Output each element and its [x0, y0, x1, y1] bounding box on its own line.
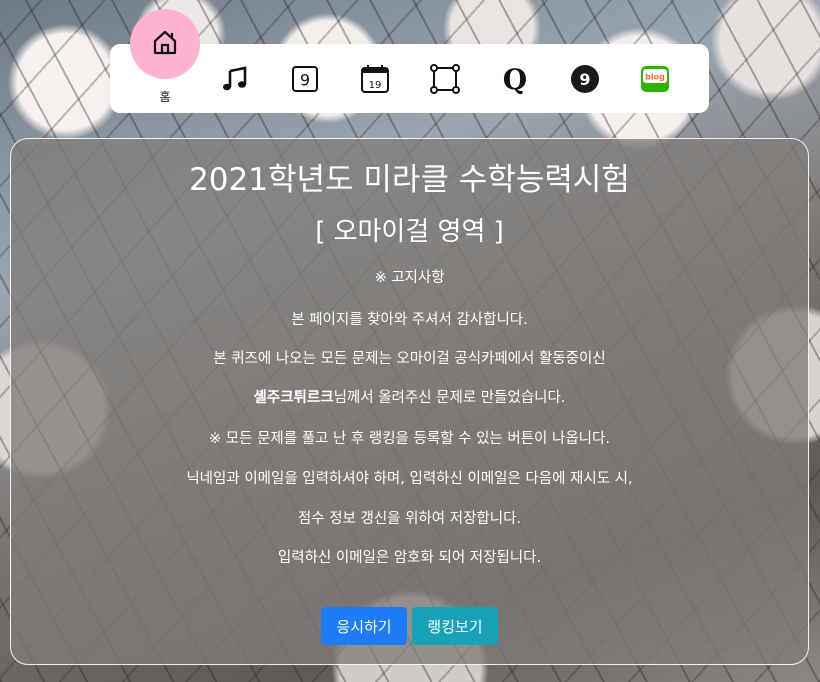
q-letter-icon: Q — [500, 64, 530, 94]
notice-line-3: 셸주크튀르크님께서 올려주신 문제로 만들었습니다. — [11, 386, 808, 410]
nav-calendar[interactable]: 19 — [344, 44, 406, 113]
svg-text:blog: blog — [645, 72, 665, 81]
notice-line-5: 닉네임과 이메일을 입력하셔야 하며, 입력하신 이메일은 다음에 재시도 시, — [186, 471, 633, 487]
nine-square-icon: 9 — [291, 65, 319, 93]
home-label: 홈 — [159, 90, 171, 104]
nav-q[interactable]: Q — [484, 44, 546, 113]
nav-frame[interactable] — [414, 44, 476, 113]
home-icon — [151, 28, 179, 60]
main-panel: 2021학년도 미라클 수학능력시험 [ 오마이걸 영역 ] ※ 고지사항 본 … — [10, 138, 809, 665]
svg-text:Q: Q — [503, 64, 527, 94]
nav-blog[interactable]: blog — [624, 44, 686, 113]
notice-line-7: 입력하신 이메일은 암호화 되어 저장됩니다. — [277, 550, 542, 566]
notice-line-4: ※ 모든 문제를 풀고 난 후 랭킹을 등록할 수 있는 버튼이 나옵니다. — [209, 431, 610, 447]
action-buttons: 응시하기 랭킹보기 — [11, 607, 808, 645]
notice-line-6: 점수 정보 갱신을 위하여 저장합니다. — [297, 511, 522, 527]
svg-text:9: 9 — [300, 70, 310, 89]
page-title: 2021학년도 미라클 수학능력시험 — [189, 162, 630, 198]
home-circle — [130, 9, 200, 79]
nav-home[interactable]: 홈 — [130, 9, 200, 105]
nine-circle-icon: 9 — [570, 64, 600, 94]
notice-line-1: 본 페이지를 찾아와 주셔서 감사합니다. — [291, 312, 528, 328]
nav-nine-square[interactable]: 9 — [274, 44, 336, 113]
start-exam-button[interactable]: 응시하기 — [321, 607, 407, 645]
blog-icon: blog — [640, 64, 670, 94]
svg-text:19: 19 — [369, 80, 382, 91]
music-note-icon — [221, 65, 249, 93]
calendar-icon: 19 — [360, 64, 390, 94]
notice-title: ※ 고지사항 — [374, 270, 445, 286]
view-ranking-button[interactable]: 랭킹보기 — [412, 607, 498, 645]
page-subtitle: [ 오마이걸 영역 ] — [315, 217, 504, 247]
nav-music[interactable] — [204, 44, 266, 113]
square-frame-icon — [430, 63, 460, 94]
notice-line-3-text: 님께서 올려주신 문제로 만들었습니다. — [333, 390, 566, 406]
notice-line-2: 본 퀴즈에 나오는 모든 문제는 오마이걸 공식카페에서 활동중이신 — [213, 351, 606, 367]
nav-nine-circle[interactable]: 9 — [554, 44, 616, 113]
svg-text:9: 9 — [579, 70, 590, 89]
author-name: 셸주크튀르크 — [253, 390, 334, 406]
